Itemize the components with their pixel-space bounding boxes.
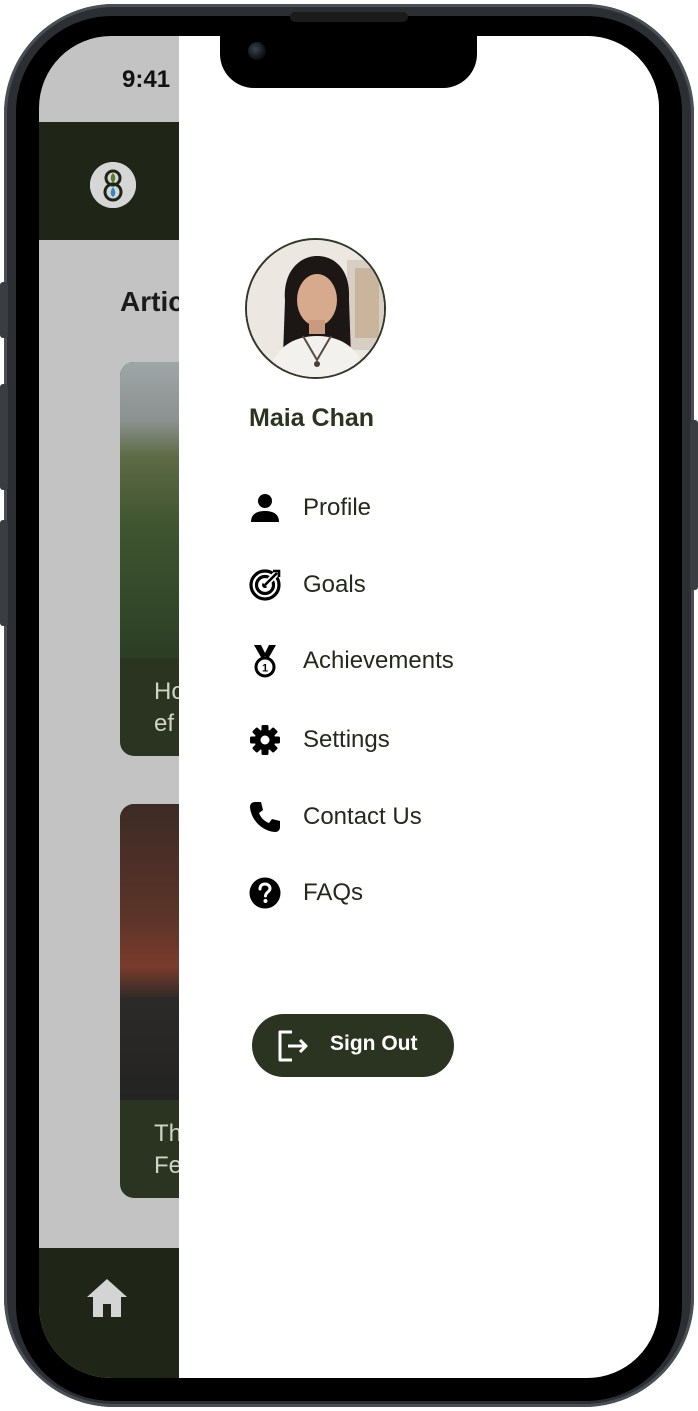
menu-item-contact-us[interactable]: Contact Us: [248, 797, 548, 837]
menu-item-achievements[interactable]: 1 Achievements: [248, 641, 548, 681]
speaker-grille: [290, 12, 408, 22]
menu-item-label: FAQs: [303, 879, 364, 906]
sign-out-label: Sign Out: [330, 1032, 418, 1055]
gear-icon: [248, 723, 282, 757]
home-icon[interactable]: [84, 1276, 130, 1320]
menu-item-label: Contact Us: [303, 803, 422, 830]
side-button: [0, 282, 8, 338]
target-icon: [248, 568, 282, 602]
help-circle-icon: [248, 876, 282, 910]
svg-text:1: 1: [262, 663, 268, 675]
menu-item-label: Settings: [303, 726, 390, 753]
articles-section-title: Artic: [120, 286, 184, 317]
side-button: [0, 520, 8, 626]
side-button: [690, 420, 698, 590]
article-caption: Th Fe: [154, 1118, 182, 1182]
app-logo-icon[interactable]: [90, 162, 136, 208]
phone-icon: [248, 800, 282, 834]
menu-item-faqs[interactable]: FAQs: [248, 873, 548, 913]
menu-item-settings[interactable]: Settings: [248, 720, 548, 760]
sign-out-button[interactable]: Sign Out: [252, 1014, 454, 1077]
phone-screen: 9:41 Artic Ho ef Th Fe: [39, 36, 659, 1378]
menu-item-profile[interactable]: Profile: [248, 488, 548, 528]
menu-item-label: Goals: [303, 571, 366, 598]
person-icon: [248, 491, 282, 525]
user-name: Maia Chan: [249, 404, 375, 432]
logout-icon: [276, 1029, 310, 1063]
side-button: [0, 384, 8, 490]
avatar[interactable]: [245, 238, 386, 379]
status-time: 9:41: [122, 66, 171, 93]
front-camera: [248, 42, 266, 60]
article-caption-line: Th: [154, 1120, 183, 1147]
menu-item-label: Profile: [303, 494, 372, 521]
article-caption-line: Fe: [154, 1152, 183, 1179]
menu-item-label: Achievements: [303, 647, 454, 674]
side-drawer: [179, 36, 659, 1378]
medal-icon: 1: [248, 644, 282, 678]
menu-item-goals[interactable]: Goals: [248, 565, 548, 605]
